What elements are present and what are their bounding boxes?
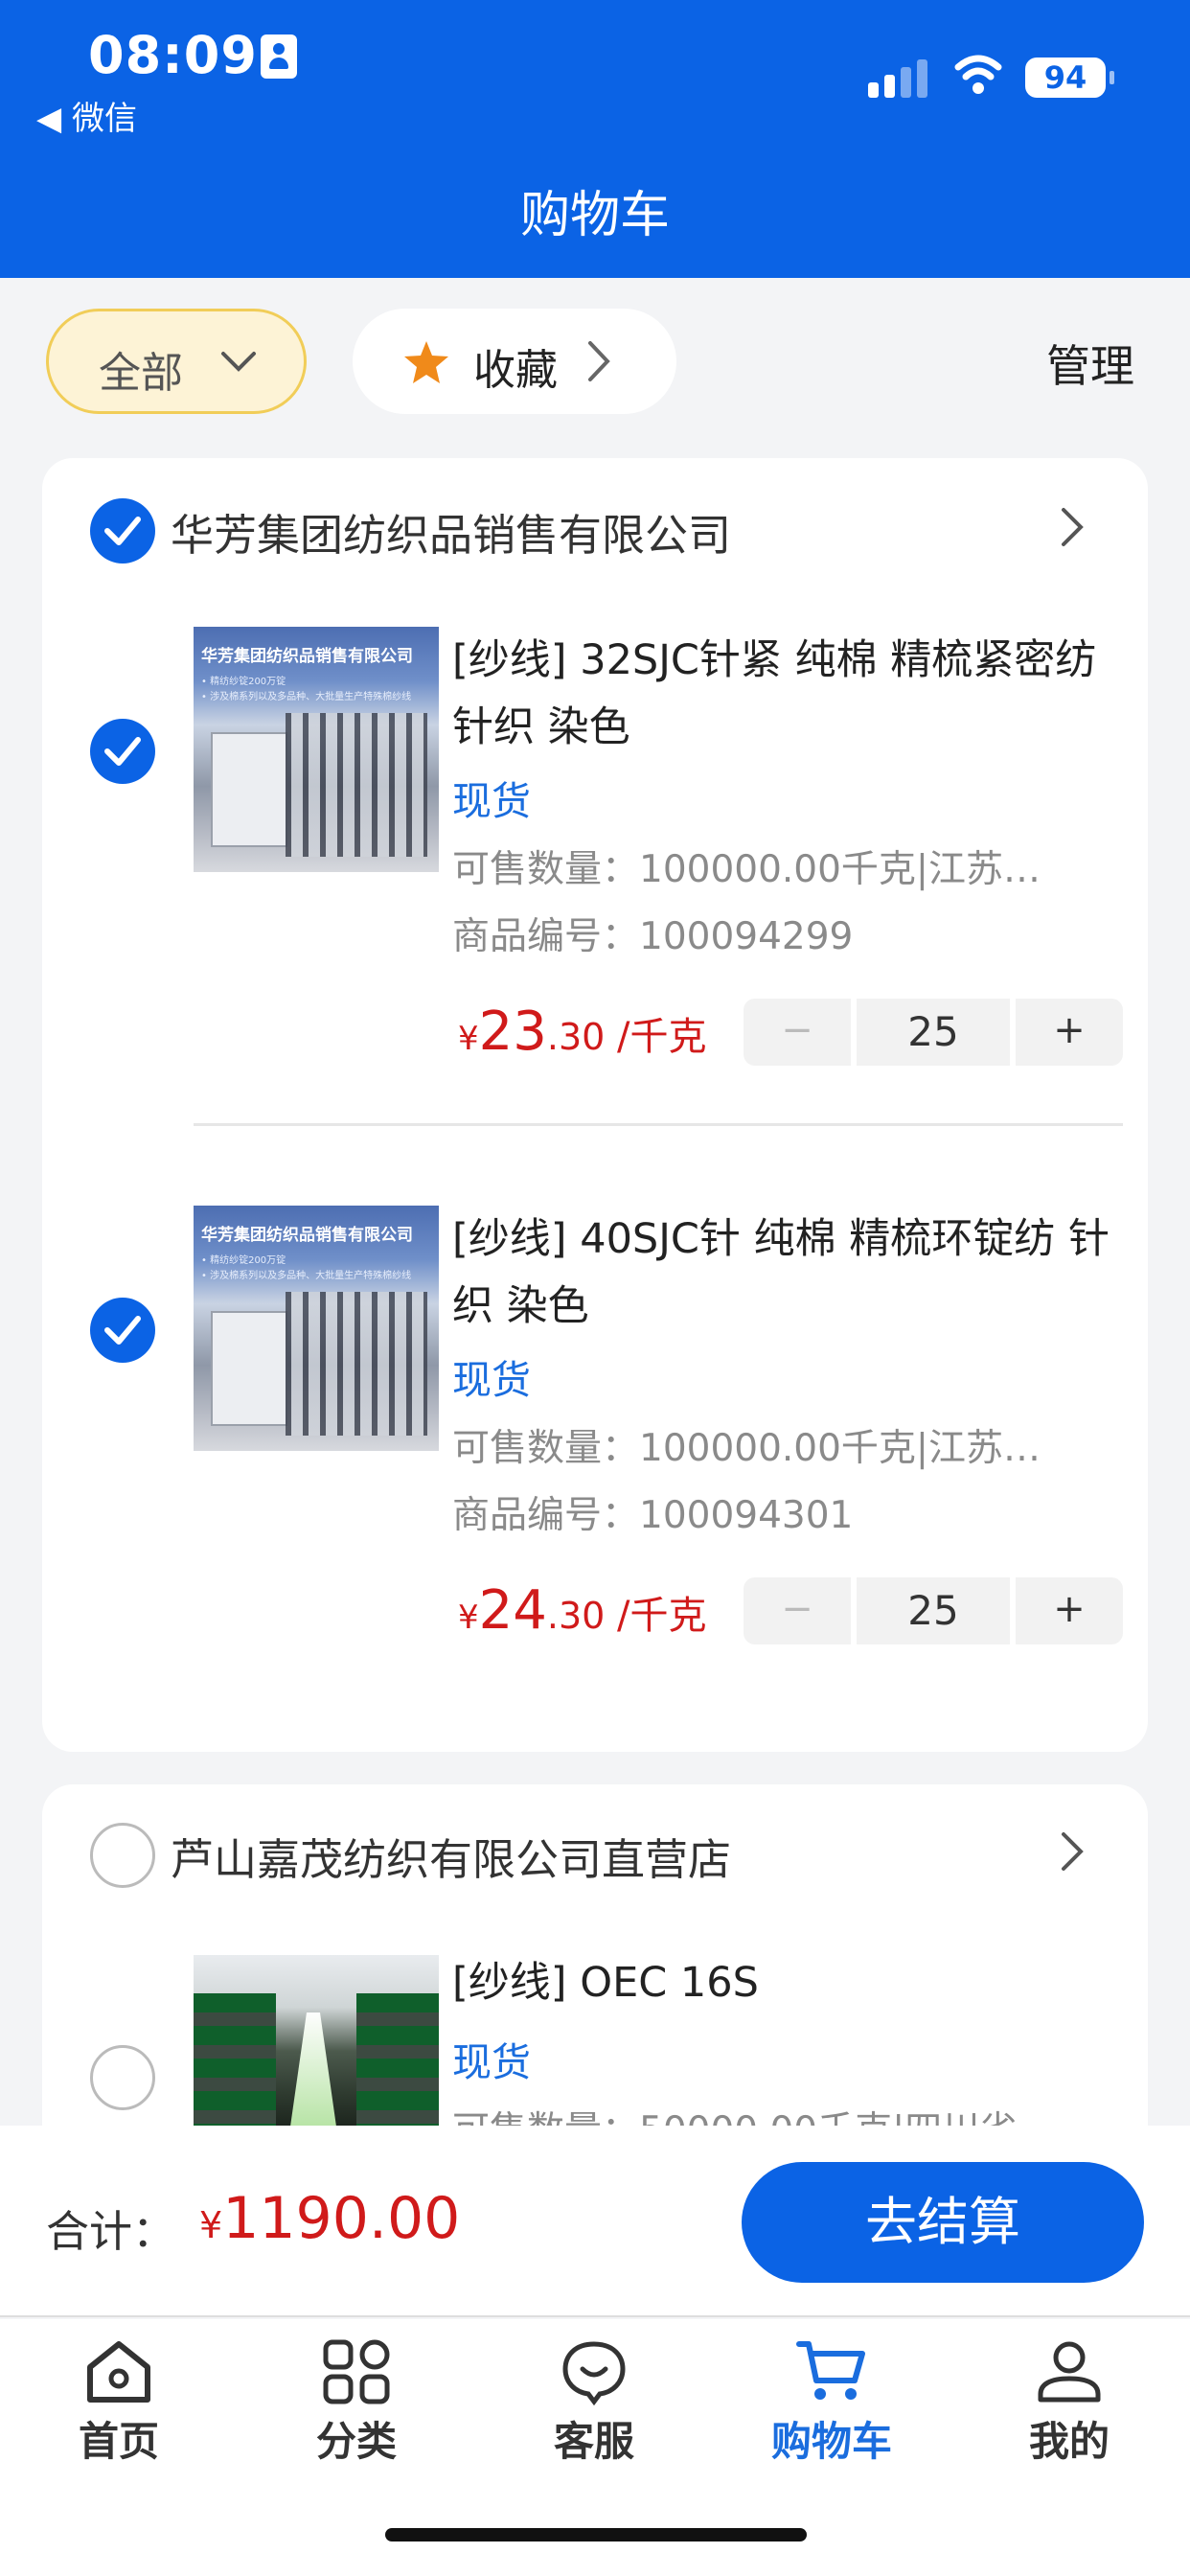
- item-divider: [194, 1123, 1123, 1126]
- tab-home[interactable]: 首页: [0, 2338, 238, 2468]
- available-quantity: 可售数量：100000.00千克|江苏…: [452, 848, 1041, 891]
- home-indicator: [385, 2528, 807, 2542]
- increase-button[interactable]: +: [1016, 999, 1123, 1066]
- available-quantity: 可售数量：100000.00千克|江苏…: [452, 1427, 1041, 1470]
- stock-badge: 现货: [452, 778, 531, 824]
- back-to-wechat[interactable]: ◀ 微信: [36, 92, 137, 139]
- user-icon: [1038, 2341, 1101, 2403]
- favorites-button[interactable]: 收藏: [353, 309, 676, 414]
- person-icon: [261, 34, 297, 79]
- product-image[interactable]: 华芳集团纺织品销售有限公司 • 精纺纱锭200万锭 • 涉及棉系列以及多品种、大…: [194, 1206, 439, 1451]
- shop-name[interactable]: 芦山嘉茂纺织有限公司直营店: [171, 1825, 731, 1887]
- stock-badge: 现货: [452, 1357, 531, 1403]
- check-icon: [104, 737, 141, 766]
- increase-button[interactable]: +: [1016, 1577, 1123, 1644]
- manage-button[interactable]: 管理: [1046, 332, 1134, 395]
- product-image[interactable]: [194, 1955, 439, 2129]
- item-checkbox[interactable]: [90, 2045, 155, 2110]
- status-time: 08:09: [88, 25, 258, 85]
- filter-all-label: 全部: [99, 349, 183, 398]
- signal-icon: [868, 58, 927, 98]
- stock-badge: 现货: [452, 2039, 531, 2085]
- page-title: 购物车: [519, 187, 670, 244]
- chevron-right-icon: [588, 341, 610, 381]
- product-title[interactable]: [纱线] OEC 16S: [452, 1949, 1123, 2016]
- product-code: 商品编号：100094301: [452, 1494, 854, 1537]
- chevron-right-icon[interactable]: [1058, 1830, 1087, 1873]
- decrease-button[interactable]: −: [744, 999, 851, 1066]
- tab-cart[interactable]: 购物车: [713, 2338, 950, 2468]
- shop-checkbox[interactable]: [90, 498, 155, 564]
- item-checkbox[interactable]: [90, 719, 155, 784]
- wifi-icon: [954, 55, 1002, 94]
- check-icon: [104, 517, 141, 545]
- home-icon: [87, 2341, 150, 2403]
- grid-icon: [323, 2339, 390, 2404]
- product-title[interactable]: [纱线] 32SJC针紧 纯棉 精梳紧密纺 针织 染色: [452, 627, 1123, 761]
- shop-card: 芦山嘉茂纺织有限公司直营店 [纱线] OEC 16S 现货 可售数量：50000…: [42, 1784, 1148, 2129]
- quantity-input[interactable]: 25: [857, 1577, 1010, 1644]
- quantity-stepper: − 25 +: [744, 1577, 1123, 1644]
- app-header: 08:09 ◀ 微信 94 购物车: [0, 0, 1190, 278]
- tab-service[interactable]: 客服: [475, 2338, 713, 2468]
- chevron-right-icon[interactable]: [1058, 506, 1087, 548]
- decrease-button[interactable]: −: [744, 1577, 851, 1644]
- quantity-input[interactable]: 25: [857, 999, 1010, 1066]
- item-checkbox[interactable]: [90, 1298, 155, 1363]
- product-title[interactable]: [纱线] 40SJC针 纯棉 精梳环锭纺 针织 染色: [452, 1206, 1123, 1340]
- filter-all-button[interactable]: 全部: [46, 309, 307, 414]
- chevron-down-icon: [221, 352, 256, 372]
- chat-icon: [562, 2341, 626, 2405]
- tab-profile[interactable]: 我的: [950, 2338, 1188, 2468]
- battery-icon: 94: [1025, 58, 1114, 98]
- product-image[interactable]: 华芳集团纺织品销售有限公司 • 精纺纱锭200万锭 • 涉及棉系列以及多品种、大…: [194, 627, 439, 872]
- quantity-stepper: − 25 +: [744, 999, 1123, 1066]
- favorites-label: 收藏: [473, 346, 558, 395]
- tab-category[interactable]: 分类: [238, 2338, 475, 2468]
- total-label: 合计：: [46, 2206, 176, 2257]
- total-amount: ¥1190.00: [199, 2185, 461, 2252]
- cart-icon: [796, 2341, 865, 2400]
- checkout-button[interactable]: 去结算: [742, 2162, 1144, 2283]
- shop-card: 华芳集团纺织品销售有限公司 华芳集团纺织品销售有限公司 • 精纺纱锭200万锭 …: [42, 458, 1148, 1752]
- product-price: ¥24.30 /千克: [458, 1579, 707, 1642]
- shop-name[interactable]: 华芳集团纺织品销售有限公司: [171, 500, 731, 563]
- checkout-bar: 合计： ¥1190.00 去结算: [0, 2126, 1190, 2317]
- star-icon: [404, 341, 448, 383]
- product-price: ¥23.30 /千克: [458, 1000, 707, 1063]
- check-icon: [104, 1316, 141, 1345]
- product-code: 商品编号：100094299: [452, 915, 854, 958]
- shop-checkbox[interactable]: [90, 1823, 155, 1888]
